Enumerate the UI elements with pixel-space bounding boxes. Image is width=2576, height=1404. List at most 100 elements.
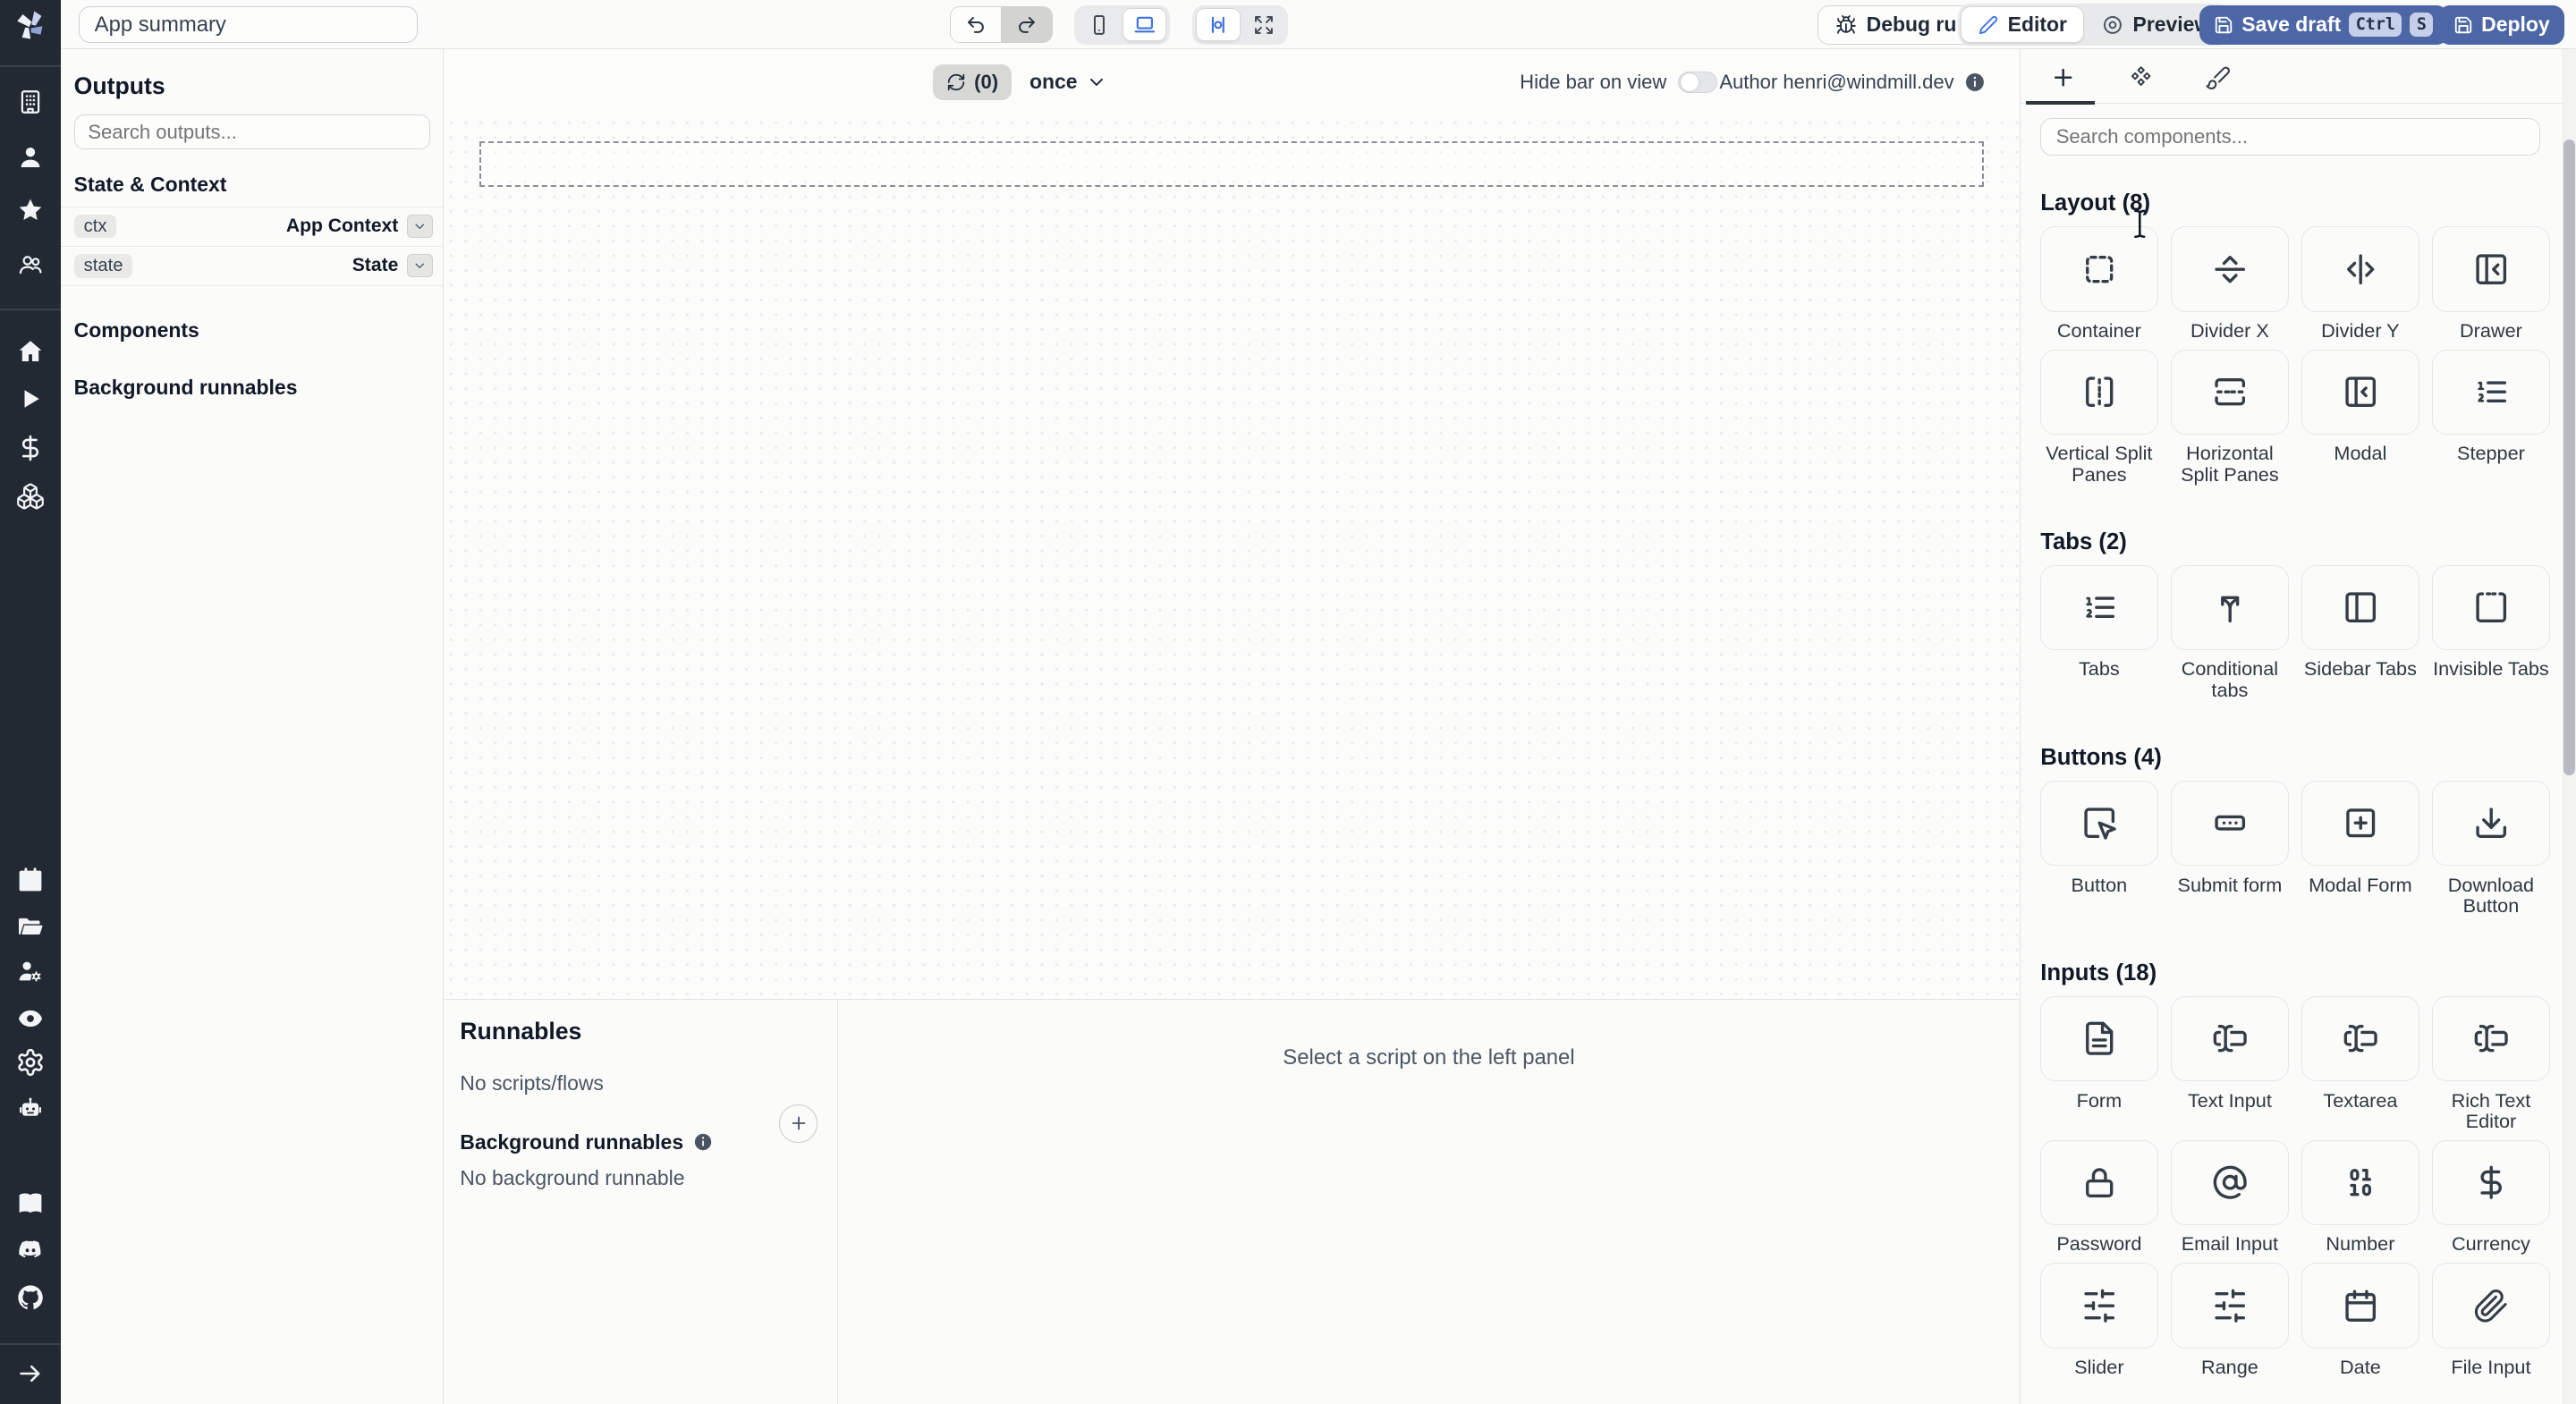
home-icon[interactable] [16,337,44,365]
app-summary-input[interactable] [79,6,418,43]
panel-scrollbar[interactable] [2563,49,2576,1404]
component-tile-sidebar-tabs[interactable] [2301,564,2419,651]
deploy-button[interactable]: Deploy [2438,4,2565,45]
component-tile-download-button[interactable] [2432,780,2550,867]
component-tile-divider-x[interactable] [2171,226,2289,312]
tab-insert-component[interactable] [2046,59,2081,95]
component-tile-tabs[interactable] [2040,564,2158,651]
recompute-button[interactable]: (0) [933,63,1012,101]
dollar-sign-icon[interactable] [16,435,44,462]
windmill-logo-icon[interactable] [10,5,51,47]
component-cell: File Input [2432,1263,2550,1378]
component-cell: Textarea [2301,995,2419,1131]
boxes-icon[interactable] [15,481,45,511]
tab-editor[interactable]: Editor [1961,6,2085,43]
component-tile-label: Rich Text Editor [2451,1088,2531,1132]
folder-open-icon[interactable] [16,912,44,940]
component-tile-drawer[interactable] [2432,226,2550,312]
scrollbar-thumb[interactable] [2563,140,2576,775]
author-label: Author henri@windmill.dev [1719,70,1954,93]
component-section: Inputs (18) Form Text Input Textarea Rich Te… [2040,960,2550,1386]
component-tile-file-input[interactable] [2432,1263,2550,1349]
discord-icon[interactable] [16,1236,44,1264]
chevron-down-icon[interactable] [406,254,433,278]
component-tile-divider-y[interactable] [2301,226,2419,312]
divider-x-icon [2212,251,2248,287]
play-icon[interactable] [16,385,44,413]
component-tile-stepper[interactable] [2432,349,2550,436]
diamonds-icon [2128,64,2154,90]
component-tile-label: Number [2326,1232,2395,1256]
robot-icon[interactable] [16,1095,44,1122]
recurrence-mode-dropdown[interactable]: once [1030,70,1107,94]
component-section: Layout (8) Container Divider X Divider Y Dra… [2040,190,2550,493]
component-tile-conditional-tabs[interactable] [2171,564,2289,651]
component-tile-range[interactable] [2171,1263,2289,1349]
redo-button[interactable] [1001,7,1053,42]
users-icon[interactable] [16,250,44,278]
eye-icon[interactable] [16,1004,44,1032]
submit-form-icon [2212,805,2248,841]
empty-component-placeholder[interactable] [479,140,1984,188]
user-icon[interactable] [16,144,44,172]
component-tile-currency[interactable] [2432,1139,2550,1226]
tab-theme[interactable] [2199,59,2235,95]
component-cell: Divider X [2171,226,2289,342]
settings-gear-icon[interactable] [15,1048,45,1078]
component-tile-container[interactable] [2040,226,2158,312]
search-outputs-input[interactable] [73,114,431,149]
search-components-input[interactable] [2040,118,2540,156]
book-icon[interactable] [16,1190,44,1218]
state-context-row-state[interactable]: state State [60,247,443,286]
runnables-panel: Runnables No scripts/flows Background ru… [443,998,2021,1404]
component-tile-text-input[interactable] [2171,995,2289,1082]
chevron-down-icon[interactable] [406,215,433,238]
background-runnables-empty-text: No background runnable [460,1165,685,1189]
component-cell: Horizontal Split Panes [2171,349,2289,486]
user-cog-icon[interactable] [16,957,44,985]
component-cell: Modal [2301,349,2419,485]
component-tile-modal[interactable] [2301,349,2419,436]
undo-redo-group [949,6,1054,43]
center-canvas-button[interactable] [1196,8,1241,41]
hide-bar-toggle[interactable] [1678,72,1718,93]
component-tile-password[interactable] [2040,1139,2158,1226]
component-tile-submit-form[interactable] [2171,780,2289,867]
component-tile-label: Password [2056,1232,2142,1256]
component-tile-label: Horizontal Split Panes [2181,442,2279,486]
undo-button[interactable] [950,7,1002,42]
component-tile-modal-form[interactable] [2301,780,2419,867]
mouse-button-icon [2081,805,2117,841]
github-icon[interactable] [16,1283,44,1311]
save-draft-button[interactable]: Save draft Ctrl S [2199,4,2448,45]
component-tile-number[interactable] [2301,1139,2419,1226]
component-tile-slider[interactable] [2040,1263,2158,1349]
component-section-title: Layout (8) [2040,190,2151,216]
info-icon [693,1132,713,1152]
app-canvas[interactable] [443,114,2021,999]
component-tile-label: Modal Form [2309,873,2412,896]
component-tile-label: Tabs [2078,657,2120,681]
star-icon[interactable] [16,196,44,224]
arrow-right-icon[interactable] [16,1359,44,1387]
component-tile-button[interactable] [2040,780,2158,867]
component-tile-rich-text-editor[interactable] [2432,995,2550,1082]
fullwidth-button[interactable] [1242,8,1285,41]
component-cell: Drawer [2432,226,2550,342]
tab-component-settings[interactable] [2123,59,2158,95]
component-tile-email-input[interactable] [2171,1139,2289,1226]
mobile-view-button[interactable] [1078,8,1121,41]
add-background-runnable-button[interactable] [779,1104,818,1143]
component-tile-invisible-tabs[interactable] [2432,564,2550,651]
component-tile-form[interactable] [2040,995,2158,1082]
component-tile-textarea[interactable] [2301,995,2419,1082]
list-ordered-icon [2081,589,2117,625]
desktop-view-button[interactable] [1122,8,1167,41]
component-tile-horizontal-split-panes[interactable] [2171,349,2289,436]
component-tile-date[interactable] [2301,1263,2419,1349]
list-ordered-icon [2473,374,2509,410]
state-context-row-ctx[interactable]: ctx App Context [60,207,443,247]
calendar-icon[interactable] [16,867,44,894]
building-icon[interactable] [16,88,44,115]
component-tile-vertical-split-panes[interactable] [2040,349,2158,436]
